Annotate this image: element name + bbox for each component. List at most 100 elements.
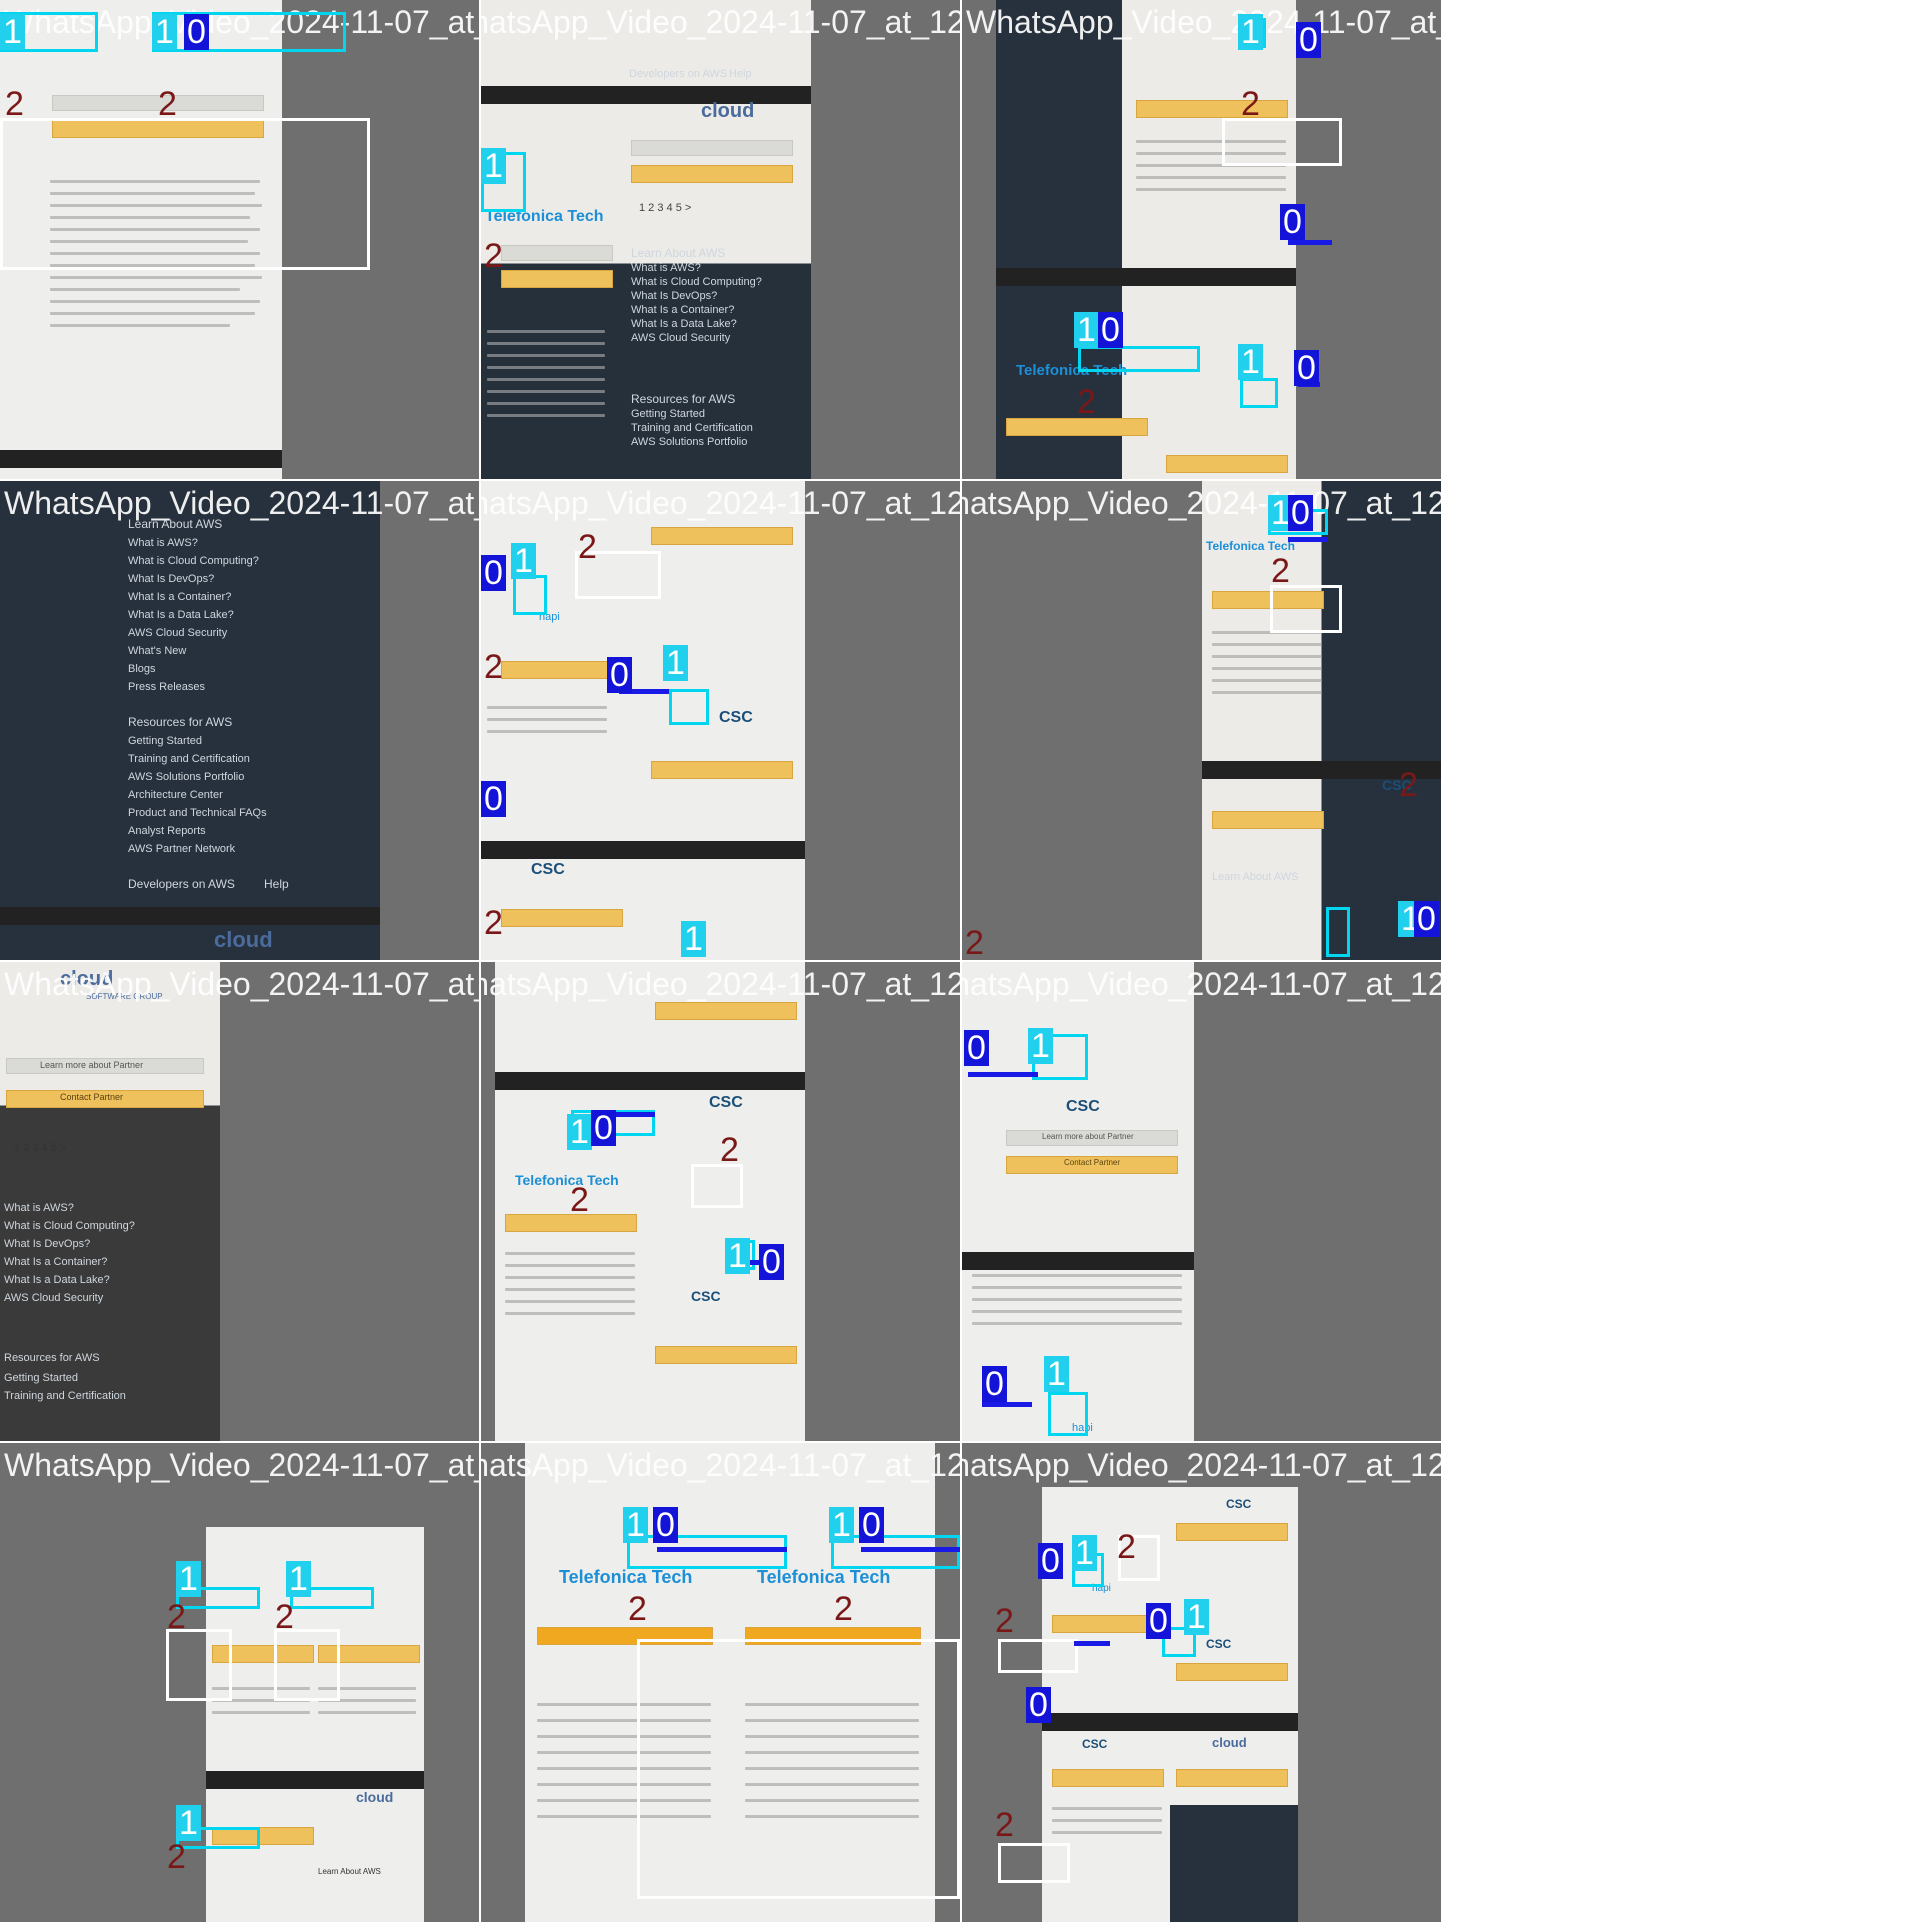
- csc-text: CSC: [531, 861, 565, 878]
- detection-label: 0: [1414, 901, 1439, 937]
- detection-label: 0: [591, 1110, 616, 1146]
- tile-caption: WhatsApp_Video_2024-11-07_at_12.56.44_fc: [4, 485, 479, 521]
- tile-7: cloud SOFTWARE GROUP Learn more about Pa…: [0, 962, 479, 1441]
- detection-label: 1: [725, 1238, 750, 1274]
- detection-label: 2: [167, 1838, 186, 1876]
- detection-label: 0: [1146, 1603, 1171, 1639]
- detection-label: 0: [1294, 350, 1319, 386]
- tile-12: CSC hapi CSC CSC cloud WhatsApp_Video_20…: [962, 1443, 1441, 1922]
- detection-label: 1: [681, 921, 706, 957]
- tile-2: Developers on AWS Help cloud 1 2 3 4 5 >…: [481, 0, 960, 479]
- detection-label: 1: [1238, 344, 1263, 380]
- tile-8: CSC Telefonica Tech CSC WhatsApp_Video_2…: [481, 962, 960, 1441]
- tile-11: Telefonica Tech Telefonica Tech WhatsApp…: [481, 1443, 960, 1922]
- detection-label: 2: [484, 648, 503, 686]
- tile-caption: WhatsApp_Video_2024-11-07_at_12.56.44_fc: [481, 1447, 960, 1483]
- csc-text: CSC: [1082, 1737, 1108, 1751]
- detection-label: 1: [1028, 1028, 1053, 1064]
- pager: 1 2 3 4 5 >: [14, 1142, 67, 1154]
- csc-text: CSC: [1226, 1497, 1252, 1511]
- detection-label: 1: [1238, 14, 1263, 50]
- detection-label: 0: [481, 781, 506, 817]
- detection-label: 2: [167, 1598, 186, 1636]
- detection-label: 0: [184, 14, 209, 50]
- canvas-margin: [1443, 0, 1920, 1920]
- detection-label: 1: [1044, 1356, 1069, 1392]
- detection-label: 1: [1072, 1535, 1097, 1571]
- pager: 1 2 3 4 5 >: [639, 202, 692, 214]
- tile-5: hapi CSC CSC WhatsApp_Video_2024-11-07_a…: [481, 481, 960, 960]
- detection-label: 2: [628, 1590, 647, 1628]
- detection-label: 1: [623, 1507, 648, 1543]
- screenshot: Telefonica Tech CSC Learn About AWS: [1202, 481, 1441, 960]
- telefonica-text: Telefonica Tech: [757, 1567, 891, 1587]
- detection-label: 0: [653, 1507, 678, 1543]
- cloud-logo-text: cloud: [214, 927, 273, 952]
- tile-caption: WhatsApp_Video_2024-11-07_at_12.56.44_fc: [962, 485, 1441, 521]
- detection-label: 1: [286, 1561, 311, 1597]
- csc-text: CSC: [1066, 1098, 1100, 1115]
- detection-label: 0: [964, 1030, 989, 1066]
- menu-text: Help: [729, 68, 752, 80]
- tile-caption: WhatsApp_Video_2024-11-07_at_12.56.44_fc: [481, 966, 960, 1002]
- tile-caption: WhatsApp_Video_2024-11-07_at_12.56.44_fc: [966, 4, 1441, 40]
- detection-label: 2: [834, 1590, 853, 1628]
- detection-label: 2: [1117, 1528, 1136, 1566]
- cloud-logo-text: cloud: [1212, 1735, 1247, 1750]
- tile-9: CSC Learn more about Partner Contact Par…: [962, 962, 1441, 1441]
- tile-caption: WhatsApp_Video_2024-11-07_at_12.56.44_fc: [962, 966, 1441, 1002]
- detection-label: 2: [158, 85, 177, 123]
- detection-label: 0: [859, 1507, 884, 1543]
- detection-label: 2: [5, 85, 24, 123]
- detection-label: 2: [570, 1181, 589, 1219]
- detection-label: 1: [176, 1561, 201, 1597]
- csc-text: CSC: [719, 709, 753, 726]
- telefonica-text: Telefonica Tech: [1206, 539, 1295, 553]
- detection-label: 1: [511, 543, 536, 579]
- csc-text: CSC: [1206, 1637, 1232, 1651]
- learn-more-text: Learn more about Partner: [40, 1060, 144, 1070]
- telefonica-text: Telefonica Tech: [559, 1567, 693, 1587]
- learn-more-text: Learn more about Partner: [1042, 1132, 1134, 1141]
- tile-caption: WhatsApp_Video_2024-11-07_at_12.56.44_fc: [4, 1447, 479, 1483]
- tile-4: Learn About AWS What is AWS? What is Clo…: [0, 481, 479, 960]
- detection-label: 1: [567, 1114, 592, 1150]
- detection-label: 0: [1098, 312, 1123, 348]
- tile-10: cloud Learn About AWS WhatsApp_Video_202…: [0, 1443, 479, 1922]
- detection-label: 1: [1184, 1599, 1209, 1635]
- detection-label: 2: [995, 1602, 1014, 1640]
- detection-label: 0: [1038, 1543, 1063, 1579]
- cloud-logo-text: cloud: [701, 100, 755, 122]
- contact-text: Contact Partner: [1064, 1158, 1121, 1167]
- detection-label: 2: [965, 924, 984, 960]
- detection-label: 0: [1296, 22, 1321, 58]
- detection-label: 2: [1241, 85, 1260, 123]
- tile-3: Telefonica Tech WhatsApp_Video_2024-11-0…: [962, 0, 1441, 479]
- screenshot: Learn About AWS What is AWS? What is Clo…: [0, 481, 380, 960]
- screenshot: Developers on AWS Help cloud 1 2 3 4 5 >…: [481, 0, 811, 479]
- detection-label: 2: [995, 1806, 1014, 1844]
- detection-label: 0: [1026, 1687, 1051, 1723]
- detection-label: 1: [829, 1507, 854, 1543]
- tile-caption: WhatsApp_Video_2024-11-07_at_12.56.44_fc: [481, 4, 960, 40]
- detection-label: 2: [1077, 383, 1096, 421]
- screenshot: CSC Telefonica Tech CSC: [495, 962, 805, 1441]
- detection-label: 2: [1399, 766, 1418, 804]
- tile-1: WhatsApp_Video_2024-11-07_at_12.56.44_fc…: [0, 0, 479, 479]
- detection-label: 2: [484, 904, 503, 942]
- contact-text: Contact Partner: [60, 1092, 124, 1102]
- detection-label: 1: [663, 645, 688, 681]
- detection-label: 1: [481, 148, 506, 184]
- detection-label: 0: [607, 657, 632, 693]
- csc-text: CSC: [691, 1288, 721, 1304]
- detection-label: 0: [1280, 204, 1305, 240]
- detection-label: 0: [982, 1366, 1007, 1402]
- detection-label: 0: [1288, 495, 1313, 531]
- detection-label: 1: [152, 14, 177, 50]
- detection-label: 2: [1271, 552, 1290, 590]
- tile-6: Telefonica Tech CSC Learn About AWS What…: [962, 481, 1441, 960]
- tile-caption: WhatsApp_Video_2024-11-07_at_12.56.44_fc: [4, 966, 479, 1002]
- detection-label: 1: [1074, 312, 1099, 348]
- detection-label: 0: [481, 555, 506, 591]
- tile-caption: WhatsApp_Video_2024-11-07_at_12.56.44_fc: [481, 485, 960, 521]
